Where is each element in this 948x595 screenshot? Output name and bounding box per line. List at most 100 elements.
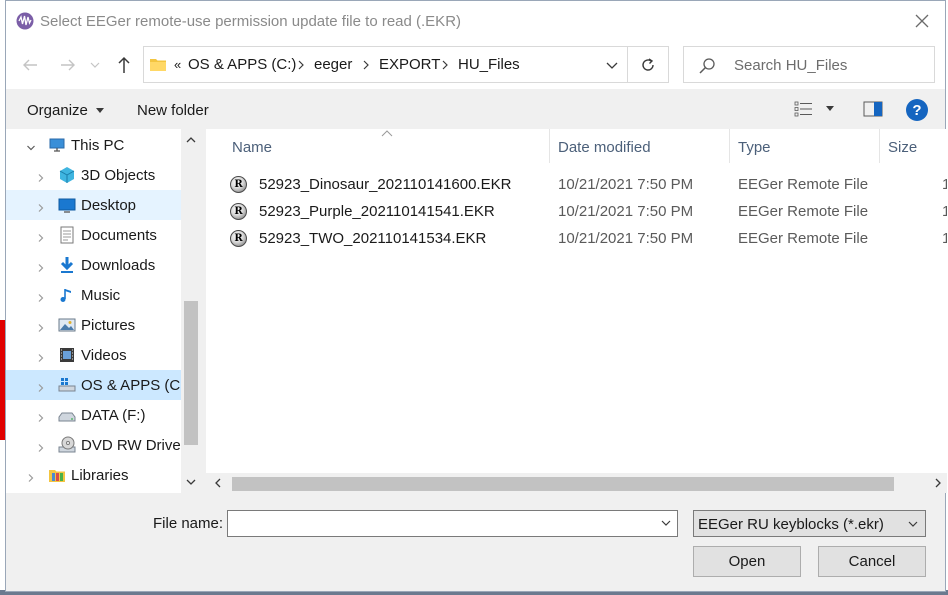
ekr-file-icon: R <box>230 230 247 247</box>
close-icon <box>915 14 929 28</box>
breadcrumb-overflow[interactable]: « <box>174 57 181 72</box>
scroll-right-arrow[interactable] <box>928 474 947 492</box>
nav-item-label: Pictures <box>81 317 136 334</box>
scroll-left-arrow[interactable] <box>208 474 228 492</box>
navigation-scrollbar[interactable] <box>181 129 201 493</box>
cancel-button[interactable]: Cancel <box>818 546 926 577</box>
file-name-cell: 52923_Dinosaur_202110141600.EKR <box>259 176 512 193</box>
cube-icon <box>58 166 76 184</box>
file-open-dialog: Select EEGer remote-use permission updat… <box>5 0 947 592</box>
videos-icon <box>58 346 76 364</box>
chevron-down-icon[interactable] <box>26 140 36 151</box>
nav-item-music[interactable]: Music <box>6 280 181 310</box>
window-title: Select EEGer remote-use permission updat… <box>40 13 462 30</box>
chevron-right-icon[interactable] <box>36 380 46 392</box>
chevron-right-icon[interactable] <box>296 58 306 72</box>
download-icon <box>58 256 76 274</box>
file-row[interactable]: R 52923_TWO_202110141534.EKR 10/21/2021 7:… <box>206 225 947 252</box>
column-header-size[interactable]: Size <box>880 129 947 163</box>
column-header-date[interactable]: Date modified <box>550 129 730 163</box>
forward-button[interactable] <box>56 53 80 77</box>
file-row[interactable]: R 52923_Dinosaur_202110141600.EKR 10/21/20… <box>206 171 947 198</box>
nav-item-this-pc[interactable]: This PC <box>6 130 181 160</box>
chevron-right-icon[interactable] <box>36 170 46 182</box>
chevron-right-icon[interactable] <box>440 58 450 72</box>
file-date-cell: 10/21/2021 7:50 PM <box>558 203 694 220</box>
drive-icon <box>58 406 76 424</box>
address-bar[interactable]: « OS & APPS (C:) eeger EXPORT HU_Files <box>143 46 628 83</box>
scroll-up-arrow[interactable] <box>181 131 201 149</box>
details-view-icon[interactable] <box>794 101 814 117</box>
file-name-input[interactable] <box>227 510 678 537</box>
arrow-left-icon <box>23 59 37 71</box>
eeger-app-icon <box>16 12 34 30</box>
chevron-down-icon <box>908 521 918 527</box>
chevron-right-icon[interactable] <box>36 440 46 452</box>
nav-item-3d-objects[interactable]: 3D Objects <box>6 160 181 190</box>
file-type-cell: EEGer Remote File <box>738 203 869 220</box>
nav-item-label: Documents <box>81 227 157 244</box>
file-date-cell: 10/21/2021 7:50 PM <box>558 176 694 193</box>
search-icon <box>699 58 715 74</box>
breadcrumb-export[interactable]: EXPORT <box>379 56 440 73</box>
refresh-icon <box>642 57 654 71</box>
chevron-right-icon[interactable] <box>26 470 36 482</box>
up-button[interactable] <box>112 53 136 77</box>
chevron-right-icon[interactable] <box>36 260 46 272</box>
file-size-cell: 1 <box>942 203 947 220</box>
preview-pane-icon[interactable] <box>863 101 883 117</box>
breadcrumb-drive[interactable]: OS & APPS (C:) <box>188 56 296 73</box>
computer-icon <box>48 136 66 154</box>
nav-item-documents[interactable]: Documents <box>6 220 181 250</box>
nav-item-label: DATA (F:) <box>81 407 146 424</box>
nav-item-os-apps-c[interactable]: OS & APPS (C:) <box>6 370 189 400</box>
chevron-down-icon[interactable] <box>605 58 619 72</box>
new-folder-button[interactable]: New folder <box>137 102 209 119</box>
refresh-button[interactable] <box>628 46 669 83</box>
close-button[interactable] <box>899 1 945 41</box>
organize-button[interactable]: Organize <box>27 102 105 119</box>
caret-down-icon <box>96 108 105 114</box>
chevron-right-icon[interactable] <box>36 320 46 332</box>
file-name-cell: 52923_Purple_202110141541.EKR <box>259 203 495 220</box>
column-size-label: Size <box>888 139 918 156</box>
chevron-right-icon[interactable] <box>36 350 46 362</box>
nav-item-downloads[interactable]: Downloads <box>6 250 181 280</box>
chevron-right-icon[interactable] <box>36 230 46 242</box>
chevron-up-icon <box>186 137 196 143</box>
nav-item-label: 3D Objects <box>81 167 156 184</box>
help-button[interactable]: ? <box>906 99 928 121</box>
nav-item-desktop[interactable]: Desktop <box>6 190 181 220</box>
pictures-icon <box>58 316 76 334</box>
nav-item-videos[interactable]: Videos <box>6 340 181 370</box>
file-type-cell: EEGer Remote File <box>738 176 869 193</box>
music-icon <box>58 286 76 304</box>
chevron-right-icon[interactable] <box>36 200 46 212</box>
caret-down-icon[interactable] <box>825 105 835 113</box>
column-header-type[interactable]: Type <box>730 129 880 163</box>
scroll-down-arrow[interactable] <box>181 473 201 491</box>
scrollbar-thumb[interactable] <box>232 477 894 491</box>
nav-item-data-f[interactable]: DATA (F:) <box>6 400 181 430</box>
chevron-right-icon[interactable] <box>36 290 46 302</box>
chevron-down-icon[interactable] <box>660 518 672 528</box>
nav-item-dvd-rw-drive[interactable]: DVD RW Drive <box>6 430 181 460</box>
chevron-right-icon[interactable] <box>361 58 371 72</box>
open-button[interactable]: Open <box>693 546 801 577</box>
scrollbar-thumb[interactable] <box>184 301 198 445</box>
back-button[interactable] <box>18 53 42 77</box>
nav-item-label: OS & APPS (C:) <box>81 377 190 394</box>
file-row[interactable]: R 52923_Purple_202110141541.EKR 10/21/2021… <box>206 198 947 225</box>
column-header-name[interactable]: Name <box>224 129 550 163</box>
file-date-cell: 10/21/2021 7:50 PM <box>558 230 694 247</box>
recent-locations-button[interactable] <box>88 53 102 77</box>
nav-item-pictures[interactable]: Pictures <box>6 310 181 340</box>
chevron-right-icon[interactable] <box>36 410 46 422</box>
nav-item-libraries[interactable]: Libraries <box>6 460 181 490</box>
horizontal-scrollbar[interactable] <box>206 473 947 493</box>
search-box[interactable]: Search HU_Files <box>683 46 935 83</box>
breadcrumb-eeger[interactable]: eeger <box>314 56 352 73</box>
breadcrumb-hu-files[interactable]: HU_Files <box>458 56 520 73</box>
file-type-filter[interactable]: EEGer RU keyblocks (*.ekr) <box>693 510 926 537</box>
nav-item-label: DVD RW Drive <box>81 437 181 454</box>
